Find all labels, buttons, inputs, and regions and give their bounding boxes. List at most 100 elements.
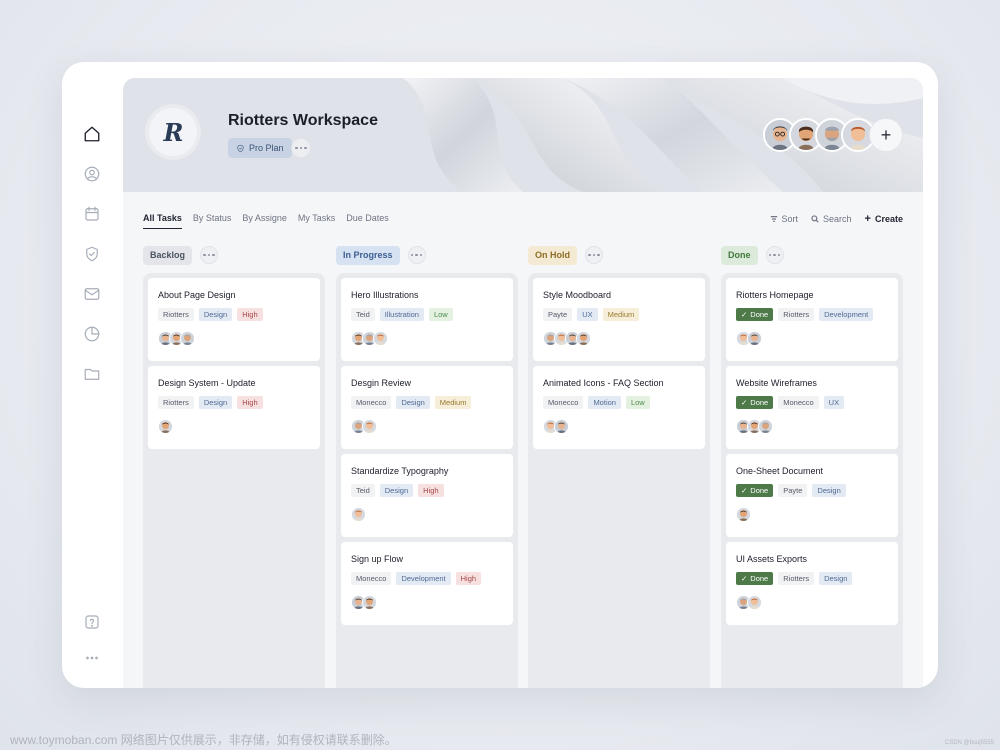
- sort-button[interactable]: Sort: [770, 214, 798, 224]
- done-tag: ✓ Done: [736, 396, 774, 409]
- add-member-button[interactable]: +: [869, 118, 903, 152]
- tab-by-assignee[interactable]: By Assigne: [242, 213, 287, 229]
- plan-badge[interactable]: Pro Plan: [228, 138, 292, 158]
- avatar[interactable]: [554, 419, 569, 434]
- tag-label: Medium: [439, 398, 467, 407]
- done-tag: ✓ Done: [736, 308, 774, 321]
- mail-icon[interactable]: [82, 284, 102, 304]
- create-button[interactable]: + Create: [865, 213, 903, 225]
- avatar[interactable]: [373, 331, 388, 346]
- tag-label: Design: [401, 398, 425, 407]
- tag-row: Monecco Development High: [351, 572, 503, 585]
- home-icon[interactable]: [82, 124, 102, 144]
- tag-label: Design: [203, 398, 228, 407]
- task-card[interactable]: Style Moodboard Payte UX Medium: [533, 278, 705, 361]
- tag-row: Teid Illustration Low: [351, 308, 503, 321]
- tag-row: Riotters Design High: [158, 396, 310, 409]
- avatar[interactable]: [747, 331, 762, 346]
- status-badge[interactable]: Backlog: [143, 245, 193, 265]
- tag-label: Illustration: [384, 310, 419, 319]
- main-panel: R Riotters Workspace Pro Plan + All Task…: [123, 78, 923, 688]
- avatar[interactable]: [576, 331, 591, 346]
- tab-my-tasks[interactable]: My Tasks: [298, 213, 335, 229]
- tag: Riotters: [778, 572, 815, 585]
- tag-label: Riotters: [783, 574, 810, 583]
- tag-row: Teid Design High: [351, 484, 503, 497]
- tag-label: Monecco: [356, 398, 387, 407]
- help-icon[interactable]: [82, 612, 102, 632]
- task-title: Standardize Typography: [351, 466, 449, 476]
- calendar-icon[interactable]: [82, 204, 102, 224]
- shield-icon[interactable]: [82, 244, 102, 264]
- task-card[interactable]: About Page Design Riotters Design High: [148, 278, 320, 361]
- tag-row: ✓ Done Riotters Development: [736, 308, 888, 321]
- tag: Teid: [351, 308, 375, 321]
- task-title: One-Sheet Document: [736, 466, 824, 476]
- workspace-more-button[interactable]: [291, 138, 311, 158]
- avatar[interactable]: [362, 595, 377, 610]
- column-body: Style Moodboard Payte UX Medium Animated Ico…: [528, 273, 710, 688]
- search-icon: [811, 215, 819, 223]
- task-title: Sign up Flow: [351, 554, 404, 564]
- avatar[interactable]: [180, 331, 195, 346]
- task-title: Design System - Update: [158, 378, 256, 388]
- task-title: Animated Icons - FAQ Section: [543, 378, 664, 388]
- tab-by-status[interactable]: By Status: [193, 213, 232, 229]
- status-badge[interactable]: On Hold: [528, 245, 577, 265]
- done-tag: ✓ Done: [736, 572, 774, 585]
- avatar[interactable]: [758, 419, 773, 434]
- avatar[interactable]: [736, 507, 751, 522]
- task-card[interactable]: Design System - Update Riotters Design High: [148, 366, 320, 449]
- task-card[interactable]: One-Sheet Document ✓ Done Payte Design: [726, 454, 898, 537]
- shield-check-icon: [237, 144, 244, 152]
- tag: Medium: [434, 396, 472, 409]
- tag-row: Monecco Motion Low: [543, 396, 695, 409]
- column-more-button[interactable]: [585, 246, 603, 264]
- task-card[interactable]: UI Assets Exports ✓ Done Riotters Design: [726, 542, 898, 625]
- task-card[interactable]: Standardize Typography Teid Design High: [341, 454, 513, 537]
- tag: Riotters: [158, 308, 194, 321]
- task-card[interactable]: Sign up Flow Monecco Development High: [341, 542, 513, 625]
- task-card[interactable]: Website Wireframes ✓ Done Monecco UX: [726, 366, 898, 449]
- tag-label: Medium: [607, 310, 635, 319]
- sidebar: [62, 62, 122, 688]
- task-title: Riotters Homepage: [736, 290, 814, 300]
- task-card[interactable]: Animated Icons - FAQ Section Monecco Motio…: [533, 366, 705, 449]
- user-circle-icon[interactable]: [82, 164, 102, 184]
- avatar[interactable]: [362, 419, 377, 434]
- tag-label: High: [423, 486, 439, 495]
- plus-icon: +: [864, 213, 871, 225]
- tag: Medium: [602, 308, 640, 321]
- tab-due-dates[interactable]: Due Dates: [346, 213, 389, 229]
- column-backlog: Backlog About Page Design Riotters Design Hi…: [143, 245, 325, 688]
- task-card[interactable]: Desgin Review Monecco Design Medium: [341, 366, 513, 449]
- column-more-button[interactable]: [200, 246, 219, 264]
- done-tag: ✓ Done: [736, 484, 774, 497]
- task-card[interactable]: Riotters Homepage ✓ Done Riotters Developmen…: [726, 278, 898, 361]
- tag: UX: [823, 396, 845, 409]
- assignee-avatars: [736, 331, 888, 346]
- avatar[interactable]: [747, 595, 762, 610]
- avatar[interactable]: [158, 419, 173, 434]
- tab-all-tasks[interactable]: All Tasks: [143, 213, 182, 229]
- folder-icon[interactable]: [82, 364, 102, 384]
- search-button[interactable]: Search: [811, 214, 852, 224]
- more-icon[interactable]: [82, 648, 102, 668]
- check-icon: ✓: [741, 574, 748, 583]
- task-title: Desgin Review: [351, 378, 412, 388]
- tag: High: [418, 484, 444, 497]
- status-badge[interactable]: In Progress: [336, 245, 400, 265]
- task-card[interactable]: Hero Illustrations Teid Illustration Low: [341, 278, 513, 361]
- status-badge[interactable]: Done: [721, 245, 758, 265]
- tag-label: Design: [824, 574, 848, 583]
- column-more-button[interactable]: [765, 246, 784, 264]
- credit-text: CSDN @bsuj5555: [944, 740, 994, 746]
- tag-label: High: [460, 574, 477, 583]
- tag-row: Monecco Design Medium: [351, 396, 503, 409]
- pie-chart-icon[interactable]: [82, 324, 102, 344]
- column-more-button[interactable]: [407, 246, 426, 264]
- tag-label: Riotters: [163, 310, 189, 319]
- tag: Design: [819, 572, 853, 585]
- avatar[interactable]: [351, 507, 366, 522]
- workspace-banner: R Riotters Workspace Pro Plan +: [123, 78, 923, 192]
